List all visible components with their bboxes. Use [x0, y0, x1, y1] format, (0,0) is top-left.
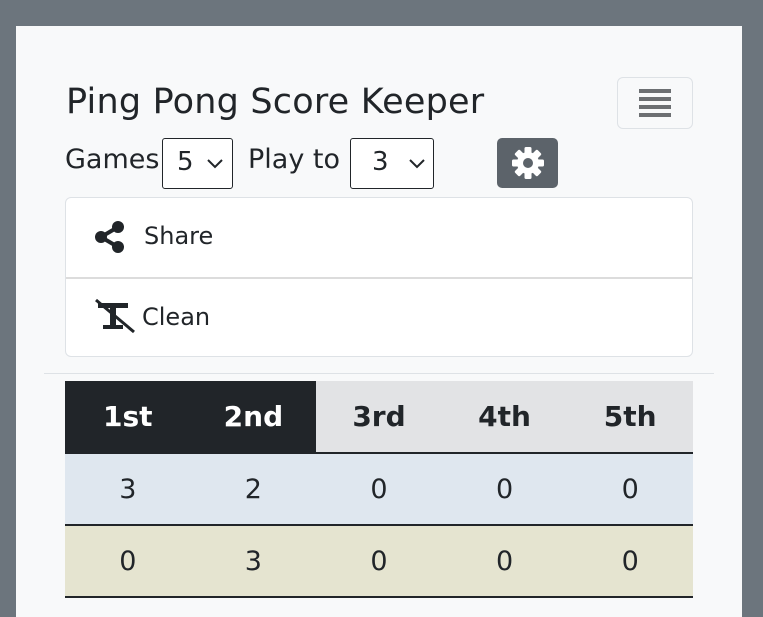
dropdown-item-clean[interactable]: Clean — [66, 279, 692, 358]
divider — [44, 373, 714, 374]
hamburger-icon — [639, 89, 671, 117]
score-cell: 0 — [567, 525, 693, 598]
game-header-2: 2nd — [190, 381, 317, 454]
score-cell: 0 — [441, 453, 568, 526]
settings-row: Games 5 Play to 3 — [65, 138, 665, 189]
dropdown-item-share-label: Share — [144, 222, 214, 250]
player-1-score-row: 3 2 0 0 0 — [65, 453, 693, 526]
score-cell: 2 — [190, 453, 317, 526]
chevron-down-icon — [409, 159, 425, 169]
main-card: Ping Pong Score Keeper Games 5 Play to 3 — [16, 26, 742, 617]
score-table-header-row: 1st 2nd 3rd 4th 5th — [65, 381, 693, 454]
chevron-down-icon — [207, 159, 223, 169]
score-cell: 0 — [316, 453, 442, 526]
score-cell: 0 — [65, 525, 191, 598]
game-header-5: 5th — [567, 381, 693, 454]
player-2-score-row: 0 3 0 0 0 — [65, 525, 693, 598]
score-cell: 0 — [567, 453, 693, 526]
score-cell: 0 — [441, 525, 568, 598]
settings-button[interactable] — [497, 138, 558, 188]
score-cell: 0 — [316, 525, 442, 598]
share-icon — [95, 221, 124, 253]
dropdown-item-share[interactable]: Share — [66, 198, 692, 277]
clear-format-icon — [95, 298, 135, 334]
play-to-select[interactable]: 3 — [350, 138, 434, 189]
dropdown-item-clean-label: Clean — [142, 303, 211, 331]
games-select-value: 5 — [177, 147, 194, 177]
menu-toggle-button[interactable] — [617, 77, 693, 129]
game-header-4: 4th — [441, 381, 568, 454]
game-header-1: 1st — [65, 381, 191, 454]
play-to-label: Play to — [248, 144, 340, 175]
game-header-3: 3rd — [316, 381, 442, 454]
gear-icon — [511, 147, 544, 179]
score-table: 1st 2nd 3rd 4th 5th 3 2 0 0 0 0 3 0 0 0 — [65, 381, 693, 598]
games-select[interactable]: 5 — [162, 138, 233, 189]
dropdown-menu: Share Clean — [65, 197, 693, 357]
games-label: Games — [65, 144, 160, 175]
play-to-select-value: 3 — [372, 147, 389, 177]
score-cell: 3 — [190, 525, 317, 598]
page-title: Ping Pong Score Keeper — [66, 82, 485, 122]
score-cell: 3 — [65, 453, 191, 526]
